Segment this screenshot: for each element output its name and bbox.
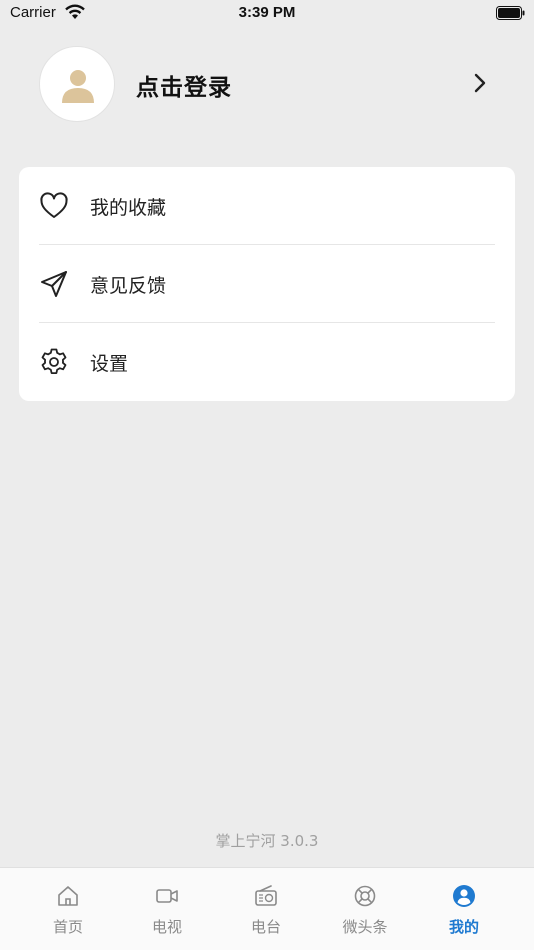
menu-card: 我的收藏 意见反馈 设置 [19,167,515,401]
tab-label: 电台 [250,918,281,936]
tab-label: 电视 [151,918,182,936]
tab-tv[interactable]: 电视 [118,868,216,950]
tab-label: 首页 [52,918,83,936]
menu-item-label: 我的收藏 [90,197,167,219]
heart-icon [40,192,68,218]
user-icon [62,70,94,103]
tab-label: 微头条 [342,918,388,936]
login-label[interactable]: 点击登录 [136,68,232,102]
status-bar: Carrier 3:39 PM [0,0,534,28]
avatar[interactable] [39,46,115,122]
menu-item-feedback[interactable]: 意见反馈 [19,245,515,323]
radio-icon [255,885,277,906]
app-version: 掌上宁河 3.0.3 [215,832,319,850]
tab-mine[interactable]: 我的 [415,868,513,950]
chevron-right-icon[interactable] [470,70,490,96]
tab-home[interactable]: 首页 [19,868,117,950]
user-circle-icon [453,885,475,907]
tab-label: 我的 [448,918,479,936]
menu-item-label: 意见反馈 [90,275,167,297]
send-icon [41,271,67,297]
profile-header[interactable]: 点击登录 [0,44,534,124]
home-icon [58,886,78,906]
video-camera-icon [156,889,178,903]
status-time: 3:39 PM [238,4,296,21]
menu-item-settings[interactable]: 设置 [19,323,515,401]
tab-bar: 首页 电视 电台 微头条 我的 [0,867,534,950]
tab-radio[interactable]: 电台 [217,868,315,950]
lifebuoy-icon [354,885,376,907]
gear-icon [41,348,67,374]
menu-item-favorites[interactable]: 我的收藏 [19,167,515,245]
menu-item-label: 设置 [90,353,129,375]
battery-icon [496,6,525,20]
tab-microblog[interactable]: 微头条 [316,868,414,950]
